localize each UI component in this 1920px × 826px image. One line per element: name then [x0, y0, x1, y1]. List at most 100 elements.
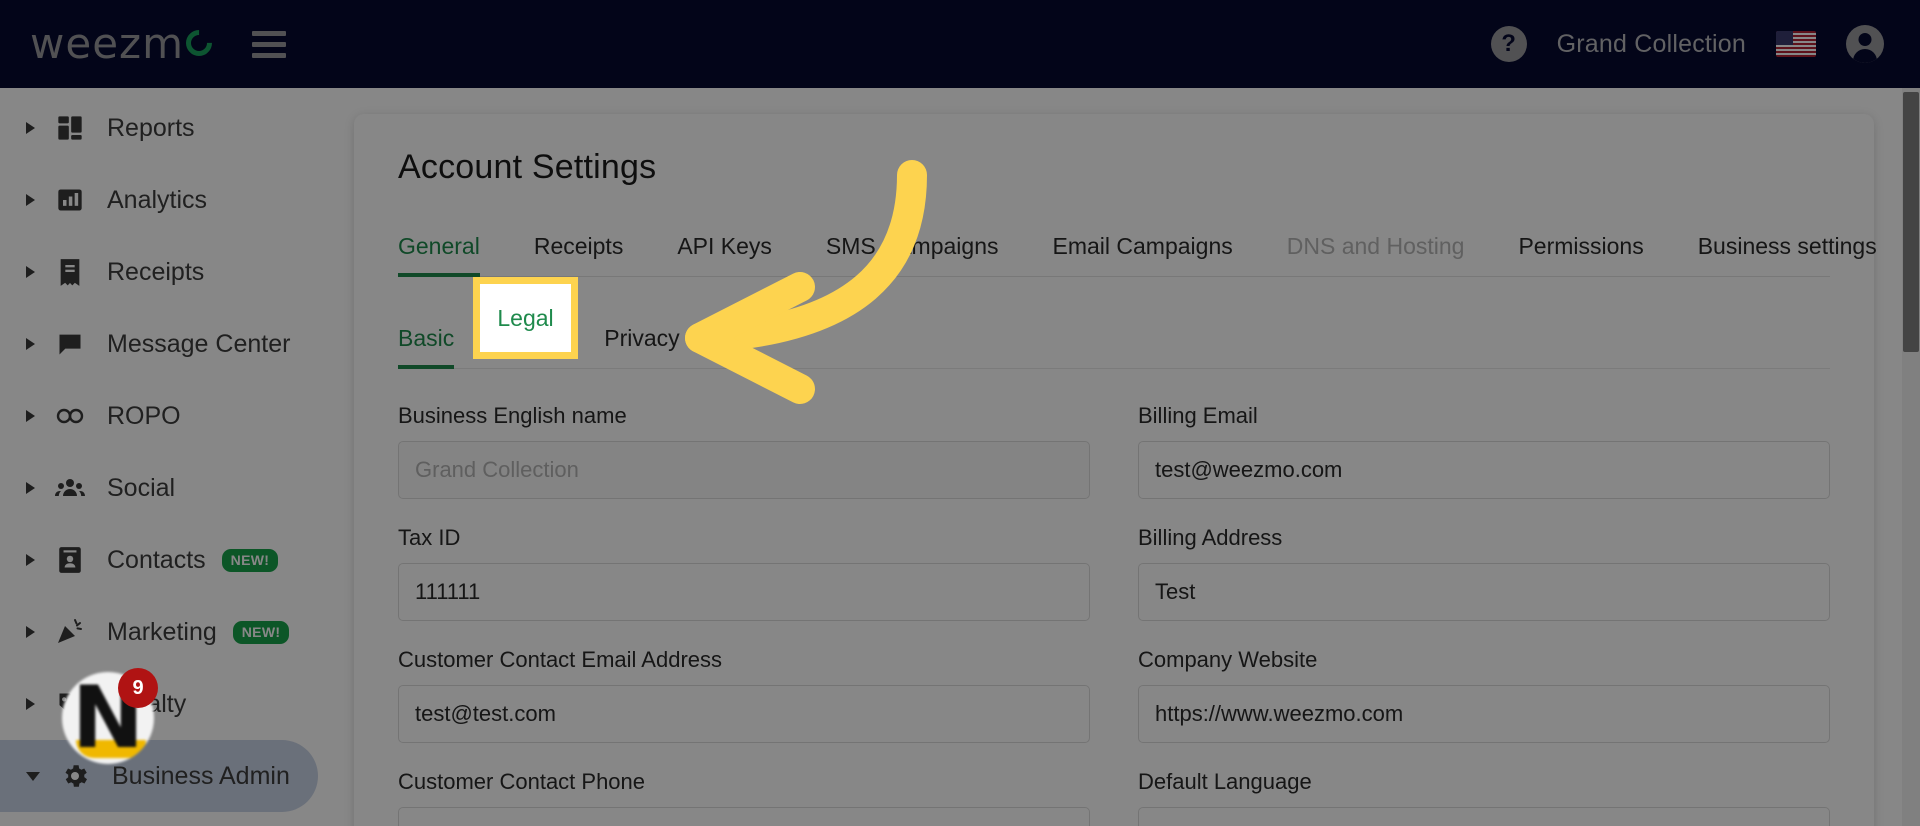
chevron-right-icon[interactable]	[26, 626, 35, 638]
logo-wordmark: weezm	[30, 19, 184, 68]
weezmo-logo[interactable]: weezm	[30, 19, 218, 68]
chevron-right-icon[interactable]	[26, 698, 35, 710]
primary-tab-bar: General Receipts API Keys SMS Campaigns Emai…	[398, 229, 1877, 277]
chat-bubble-icon	[53, 327, 87, 361]
hamburger-line	[252, 41, 286, 47]
sidebar-item-receipts[interactable]: Receipts	[0, 236, 318, 308]
chevron-down-icon[interactable]	[26, 771, 40, 781]
account-name-label[interactable]: Grand Collection	[1557, 30, 1746, 59]
tab-api-keys[interactable]: API Keys	[677, 233, 772, 276]
input-tax-id[interactable]	[398, 563, 1090, 621]
page-title: Account Settings	[398, 148, 657, 186]
sidebar-item-label: Marketing	[107, 617, 217, 646]
field-label: Customer Contact Phone	[398, 769, 646, 794]
tab-general[interactable]: General	[398, 233, 480, 277]
sidebar-item-ropo[interactable]: ROPO	[0, 380, 318, 452]
bar-chart-icon	[53, 183, 87, 217]
hamburger-line	[252, 52, 286, 58]
tab-sms-campaigns[interactable]: SMS Campaigns	[826, 233, 999, 276]
input-company-website[interactable]	[1138, 685, 1830, 743]
sidebar-item-loyalty[interactable]: Loyalty	[0, 668, 318, 740]
input-business-english-name	[398, 441, 1090, 499]
sidebar-item-business-admin[interactable]: Business Admin	[0, 740, 318, 812]
subtab-privacy[interactable]: Privacy	[604, 325, 679, 368]
field-billing-address: Billing Address	[1138, 525, 1830, 621]
field-label: Tax ID	[398, 525, 461, 550]
us-flag-icon[interactable]	[1776, 31, 1816, 57]
input-billing-address[interactable]	[1138, 563, 1830, 621]
receipt-icon	[53, 255, 87, 289]
tab-permissions[interactable]: Permissions	[1518, 233, 1643, 276]
field-company-website: Company Website	[1138, 647, 1830, 743]
chevron-right-icon[interactable]	[26, 266, 35, 278]
sidebar-item-label: Reports	[107, 113, 195, 142]
sidebar-item-label: Receipts	[107, 257, 205, 286]
account-settings-card: Account Settings General Receipts API Keys…	[354, 114, 1877, 826]
field-label: Default Language	[1138, 769, 1312, 794]
sidebar-nav: Reports Analytics Receipts Message Center RO…	[0, 88, 340, 826]
input-customer-contact-phone[interactable]	[398, 807, 1090, 826]
sidebar-item-label: Message Center	[107, 329, 291, 358]
sidebar-item-message-center[interactable]: Message Center	[0, 308, 318, 380]
chevron-right-icon[interactable]	[26, 194, 35, 206]
app-root: weezm ? Grand Collection Reports Analytic…	[0, 0, 1920, 826]
tab-business-settings[interactable]: Business settings	[1698, 233, 1877, 276]
notification-count-badge: 9	[118, 668, 158, 708]
field-tax-id: Tax ID	[398, 525, 1090, 621]
sidebar-item-label: Contacts	[107, 545, 206, 574]
infinity-icon	[53, 399, 87, 433]
chevron-right-icon[interactable]	[26, 122, 35, 134]
select-default-language[interactable]	[1138, 807, 1830, 826]
megaphone-icon	[53, 615, 87, 649]
chevron-right-icon[interactable]	[26, 554, 35, 566]
user-avatar-icon[interactable]	[1846, 25, 1884, 63]
sidebar-item-contacts[interactable]: Contacts NEW!	[0, 524, 318, 596]
sidebar-item-analytics[interactable]: Analytics	[0, 164, 318, 236]
field-billing-email: Billing Email	[1138, 403, 1830, 499]
select-value-default-language[interactable]	[1138, 807, 1830, 826]
gear-icon	[58, 759, 92, 793]
sidebar-item-label: Business Admin	[112, 761, 290, 790]
field-label: Company Website	[1138, 647, 1318, 672]
tab-receipts[interactable]: Receipts	[534, 233, 623, 276]
input-customer-contact-email-address[interactable]	[398, 685, 1090, 743]
settings-form: Business English name Billing Email Tax ID…	[398, 403, 1830, 826]
chevron-right-icon[interactable]	[26, 410, 35, 422]
sidebar-item-label: Analytics	[107, 185, 208, 214]
new-badge: NEW!	[221, 548, 279, 572]
new-badge: NEW!	[232, 620, 290, 644]
field-business-english-name: Business English name	[398, 403, 1090, 499]
sidebar-item-label: ROPO	[107, 401, 181, 430]
field-label: Billing Email	[1138, 403, 1258, 428]
sidebar-item-social[interactable]: Social	[0, 452, 318, 524]
main-content: Account Settings General Receipts API Keys…	[340, 88, 1920, 826]
input-billing-email[interactable]	[1138, 441, 1830, 499]
sidebar-item-reports[interactable]: Reports	[0, 92, 318, 164]
field-customer-contact-phone: Customer Contact Phone	[398, 769, 1090, 826]
tab-email-campaigns[interactable]: Email Campaigns	[1053, 233, 1233, 276]
field-default-language: Default Language	[1138, 769, 1830, 826]
field-label: Billing Address	[1138, 525, 1283, 550]
chevron-right-icon[interactable]	[26, 338, 35, 350]
sidebar-item-marketing[interactable]: Marketing NEW!	[0, 596, 318, 668]
header-actions: ? Grand Collection	[1490, 25, 1884, 63]
flag-canton	[1776, 31, 1793, 45]
sidebar-item-label: Social	[107, 473, 176, 502]
tab-dns-and-hosting: DNS and Hosting	[1286, 233, 1465, 259]
brand-area[interactable]: weezm	[30, 23, 286, 65]
field-label: Business English name	[398, 403, 627, 428]
hamburger-menu-icon[interactable]	[252, 30, 286, 58]
field-customer-contact-email-address: Customer Contact Email Address	[398, 647, 1090, 743]
dashboard-grid-icon	[53, 111, 87, 145]
top-header-bar: weezm ? Grand Collection	[0, 0, 1920, 88]
secondary-tab-bar: Basic Privacy	[398, 325, 1830, 369]
field-label: Customer Contact Email Address	[398, 647, 723, 672]
help-icon[interactable]: ?	[1490, 26, 1527, 62]
hamburger-line	[252, 30, 286, 36]
chevron-right-icon[interactable]	[26, 482, 35, 494]
people-group-icon	[53, 471, 87, 505]
weezmo-ring-icon	[180, 24, 218, 62]
page-scrollbar-thumb[interactable]	[1903, 92, 1919, 352]
contact-card-icon	[53, 543, 87, 577]
subtab-basic[interactable]: Basic	[398, 325, 455, 369]
